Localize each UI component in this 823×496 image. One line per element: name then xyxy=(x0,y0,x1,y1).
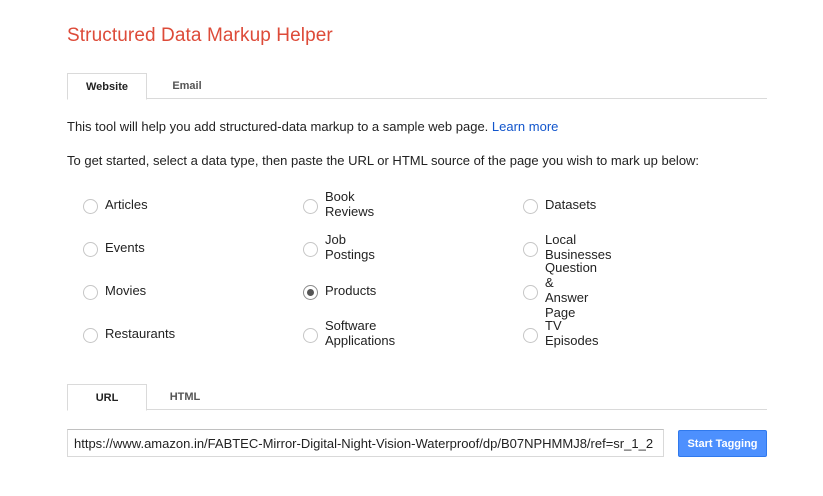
option-articles[interactable]: Articles xyxy=(83,194,148,214)
radio-icon[interactable] xyxy=(523,198,538,214)
option-tv-episodes[interactable]: TV Episodes xyxy=(523,318,598,348)
radio-icon[interactable] xyxy=(83,327,98,343)
intro-text: This tool will help you add structured-d… xyxy=(67,119,558,134)
option-label: Local Businesses xyxy=(545,232,612,262)
option-job-postings[interactable]: Job Postings xyxy=(303,232,375,262)
option-label: Software Applications xyxy=(325,318,396,348)
option-restaurants[interactable]: Restaurants xyxy=(83,323,175,343)
tab-url[interactable]: URL xyxy=(67,384,147,411)
tab-email[interactable]: Email xyxy=(157,73,217,99)
page-title: Structured Data Markup Helper xyxy=(67,25,333,46)
option-label: Products xyxy=(325,282,377,298)
option-label: Book Reviews xyxy=(325,189,375,219)
option-label: Question & Answer Page xyxy=(545,260,598,320)
radio-icon[interactable] xyxy=(83,241,98,257)
option-label: Datasets xyxy=(545,196,597,212)
tab-html[interactable]: HTML xyxy=(157,384,213,410)
option-movies[interactable]: Movies xyxy=(83,280,146,300)
option-label: Restaurants xyxy=(105,325,176,341)
option-label: TV Episodes xyxy=(545,318,599,348)
radio-icon[interactable] xyxy=(303,198,318,214)
radio-icon[interactable] xyxy=(523,284,538,300)
url-input[interactable] xyxy=(67,429,664,457)
radio-icon[interactable] xyxy=(83,284,98,300)
intro-description: This tool will help you add structured-d… xyxy=(67,119,489,134)
option-label: Articles xyxy=(105,196,148,212)
start-tagging-button[interactable]: Start Tagging xyxy=(678,430,767,457)
radio-icon[interactable] xyxy=(83,198,98,214)
option-datasets[interactable]: Datasets xyxy=(523,194,596,214)
option-label: Events xyxy=(105,239,145,255)
option-label: Movies xyxy=(105,282,147,298)
option-local-businesses[interactable]: Local Businesses xyxy=(523,232,611,262)
learn-more-link[interactable]: Learn more xyxy=(492,119,558,134)
instructions-text: To get started, select a data type, then… xyxy=(67,153,700,168)
source-tabs: URL HTML xyxy=(67,384,767,411)
option-products[interactable]: Products xyxy=(303,280,376,300)
option-question-answer-page[interactable]: Question & Answer Page xyxy=(523,260,597,320)
top-tabs: Website Email xyxy=(67,73,767,100)
tab-website[interactable]: Website xyxy=(67,73,147,100)
option-software-applications[interactable]: Software Applications xyxy=(303,318,395,348)
option-label: Job Postings xyxy=(325,232,375,262)
radio-icon[interactable] xyxy=(303,327,318,343)
radio-icon[interactable] xyxy=(523,241,538,257)
option-book-reviews[interactable]: Book Reviews xyxy=(303,189,374,219)
radio-icon[interactable] xyxy=(523,327,538,343)
radio-selected-icon[interactable] xyxy=(303,284,318,300)
option-events[interactable]: Events xyxy=(83,237,145,257)
radio-icon[interactable] xyxy=(303,241,318,257)
